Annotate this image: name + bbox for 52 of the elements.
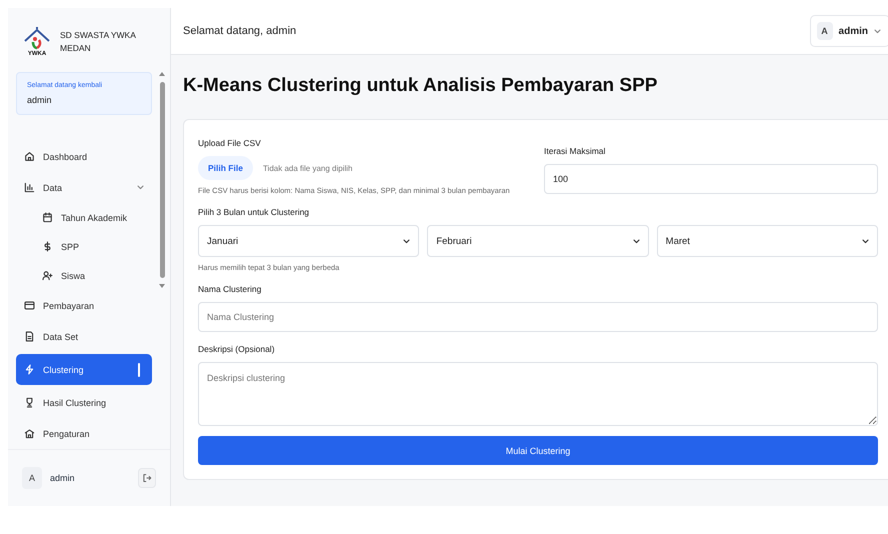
nav-item[interactable]: Data [16,172,152,203]
bar-chart-icon [24,182,35,193]
nav-item[interactable]: Hasil Clustering [16,387,152,418]
active-indicator [138,362,140,376]
field-label: Deskripsi (Opsional) [198,344,276,354]
month-select[interactable]: Februari [427,225,649,257]
logout-icon [142,473,152,483]
dollar-icon [42,241,53,252]
start-clustering-button[interactable]: Mulai Clustering [198,436,878,465]
nav-subitem[interactable]: SPP [16,232,152,261]
month-select[interactable]: Januari [198,225,420,257]
school-name: SD SWASTA YWKA MEDAN [60,29,137,55]
lightning-icon [24,364,35,375]
nav-subitem[interactable]: Siswa [16,261,152,290]
chevron-down-icon [137,185,144,190]
name-input[interactable]: Nama Clustering [198,302,878,332]
calendar-icon [42,212,53,223]
home-icon [24,151,35,162]
nav-item[interactable]: Data Set [16,321,152,352]
scrollbar-thumb[interactable] [160,82,164,278]
iterations-input[interactable]: 100 [544,164,878,194]
scroll-down-arrow-icon[interactable] [158,282,166,290]
field-label: Iterasi Maksimal [544,146,606,156]
chevron-down-icon [874,28,881,34]
nav-item[interactable]: Clustering [16,354,152,385]
welcome-user: admin [27,95,53,105]
field-label: Pilih 3 Bulan untuk Clustering [198,207,310,217]
file-status-text: Tidak ada file yang dipilih [262,164,352,172]
user-name: admin [50,473,76,483]
user-plus-icon [42,270,53,281]
chevron-down-icon [403,238,410,244]
choose-file-button[interactable]: Pilih File [198,156,253,180]
card-icon [24,300,35,311]
field-label: Upload File CSV [198,138,262,148]
nav-item[interactable]: Pembayaran [16,290,152,321]
user-menu-button[interactable]: A admin [810,15,888,47]
chevron-down-icon [632,238,640,244]
scroll-up-arrow-icon[interactable] [158,70,166,78]
nav-item[interactable]: Pengaturan [16,418,152,449]
nav-item[interactable]: Dashboard [16,141,152,172]
greeting-text: Selamat datang, admin [183,25,296,37]
logout-button[interactable] [138,468,156,488]
description-textarea[interactable]: Deskripsi clustering [198,362,878,426]
building-icon [24,428,35,439]
chevron-down-icon [862,238,869,244]
nav-subitem[interactable]: Tahun Akademik [16,203,152,232]
page-title: K-Means Clustering untuk Analisis Pembayaran SPP [183,75,658,97]
document-icon [24,331,35,342]
field-label: Nama Clustering [198,284,262,294]
user-avatar: A [22,467,42,489]
month-select[interactable]: Maret [656,225,878,257]
trophy-icon [24,397,35,408]
